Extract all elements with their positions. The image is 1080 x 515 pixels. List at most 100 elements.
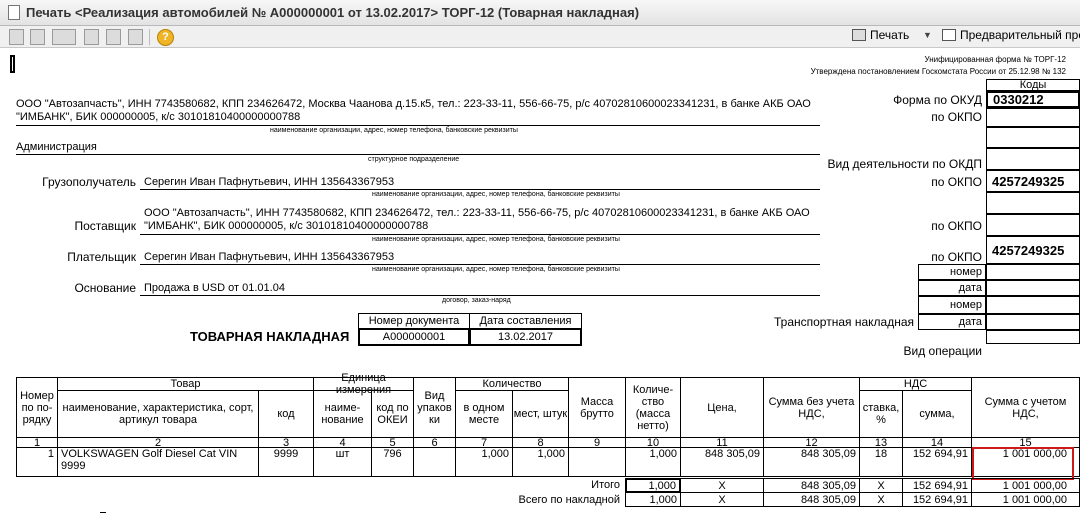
row-vat-rate: 18 <box>859 447 903 477</box>
payer-value: Серегин Иван Пафнутьевич, ИНН 1356433679… <box>144 251 395 263</box>
row-num: 1 <box>16 447 58 477</box>
grand-label: Всего по накладной <box>518 494 620 506</box>
copy-icon[interactable] <box>84 29 99 45</box>
date-value: 13.02.2017 <box>469 328 582 346</box>
transport-date-label: дата <box>918 314 986 330</box>
th-qty-places: мест, штук <box>512 390 569 438</box>
okdp-label: Вид деятельности по ОКДП <box>827 157 982 171</box>
row-unit: шт <box>313 447 372 477</box>
th-unit-name: наиме- нование <box>313 390 372 438</box>
division-underline <box>16 154 820 155</box>
okpo-blank-1 <box>986 127 1080 148</box>
payer-label: Плательщик <box>67 250 136 264</box>
okpo-label-payer: по ОКПО <box>931 250 982 264</box>
preview-button[interactable]: Предварительный прос <box>942 28 1080 42</box>
print-dropdown-icon[interactable]: ▼ <box>923 30 932 40</box>
docnum-value: А000000001 <box>358 328 470 346</box>
payer-caption: наименование организации, адрес, номер т… <box>372 266 620 273</box>
row-qty-one: 1,000 <box>455 447 513 477</box>
th-goods-name: наименование, характеристика, сорт, арти… <box>57 390 259 438</box>
unified-form-label: Унифицированная форма № ТОРГ-12 <box>924 55 1067 64</box>
th-price: Цена, <box>680 377 764 438</box>
date-header: Дата составления <box>469 313 582 329</box>
th-vat-rate: ставка, % <box>859 390 903 438</box>
th-net: Количе- ство (масса нетто) <box>625 377 681 438</box>
th-gross: Масса брутто <box>568 377 626 438</box>
basis-number-label: номер <box>918 264 986 280</box>
okpo-blank-2 <box>986 214 1080 236</box>
grand-net: 1,000 <box>625 492 681 507</box>
help-icon[interactable]: ? <box>157 29 174 46</box>
okpo-label-supplier-2: по ОКПО <box>931 219 982 233</box>
okpo-label-consignee: по ОКПО <box>931 175 982 189</box>
printer-icon <box>852 29 866 41</box>
consignee-underline <box>140 189 820 190</box>
grand-price: X <box>680 492 764 507</box>
th-unit: Единица измерения <box>313 372 414 396</box>
grand-total: 1 001 000,00 <box>971 492 1080 507</box>
edit-icon[interactable] <box>128 29 143 45</box>
operation-label: Вид операции <box>903 344 982 358</box>
division-caption: структурное подразделение <box>368 156 460 163</box>
itogo-total: 1 001 000,00 <box>971 478 1080 493</box>
th-qty: Количество <box>455 377 569 391</box>
itogo-vat-rate: X <box>859 478 903 493</box>
row-okei: 796 <box>371 447 414 477</box>
grand-vat-rate: X <box>859 492 903 507</box>
transport-date-code <box>986 314 1080 330</box>
th-unit-okei: код по ОКЕИ <box>371 390 414 438</box>
supplier-caption: наименование организации, адрес, номер т… <box>372 236 620 243</box>
save-icon[interactable] <box>9 29 24 45</box>
document-area: Унифицированная форма № ТОРГ-12 Утвержде… <box>0 49 1080 515</box>
invoice-title: ТОВАРНАЯ НАКЛАДНАЯ <box>190 329 350 344</box>
itogo-price: X <box>680 478 764 493</box>
docnum-header: Номер документа <box>358 313 470 329</box>
itogo-vat-sum: 152 694,91 <box>902 478 972 493</box>
itogo-sum-novat: 848 305,09 <box>763 478 860 493</box>
document-icon <box>8 5 20 20</box>
consignee-value: Серегин Иван Пафнутьевич, ИНН 1356433679… <box>144 176 395 188</box>
basis-date-code <box>986 280 1080 296</box>
row-code: 9999 <box>258 447 314 477</box>
approved-label: Утверждена постановлением Госкомстата Ро… <box>810 67 1066 76</box>
text-cursor <box>10 55 15 73</box>
th-pack: Вид упаков ки <box>413 377 456 438</box>
basis-date-label: дата <box>918 280 986 296</box>
consignee-label: Грузополучатель <box>42 175 136 189</box>
okpo-label-supplier: по ОКПО <box>931 110 982 124</box>
org-underline <box>16 125 820 126</box>
preview-button-label: Предварительный прос <box>960 28 1080 42</box>
export-icon[interactable] <box>52 29 76 45</box>
basis-value: Продажа в USD от 01.01.04 <box>144 282 285 294</box>
print-button-label: Печать <box>870 28 910 42</box>
toolbar: ? Печать ▼ Предварительный прос <box>0 26 1080 48</box>
okpo-payer-code: 4257249325 <box>986 236 1080 264</box>
supplier-underline <box>140 234 820 235</box>
itogo-label: Итого <box>591 479 620 491</box>
codes-header: Коды <box>986 79 1080 91</box>
refresh-icon[interactable] <box>106 29 121 45</box>
basis-underline <box>140 295 820 296</box>
print-button[interactable]: Печать <box>852 28 909 42</box>
okud-label: Форма по ОКУД <box>893 93 982 107</box>
table-icon[interactable] <box>30 29 45 45</box>
transport-number-code <box>986 296 1080 314</box>
row-price: 848 305,09 <box>680 447 764 477</box>
th-sum-novat: Сумма без учета НДС, <box>763 377 860 438</box>
basis-number-code <box>986 264 1080 280</box>
okud-code: 0330212 <box>986 91 1080 108</box>
row-pack <box>413 447 456 477</box>
th-total: Сумма с учетом НДС, <box>971 377 1080 438</box>
row-sum-novat: 848 305,09 <box>763 447 860 477</box>
highlight-box <box>972 447 1074 480</box>
window-titlebar: Печать <Реализация автомобилей № А000000… <box>0 0 1080 26</box>
preview-icon <box>942 29 956 41</box>
th-goods: Товар <box>57 377 314 391</box>
supplier-line2: "ИМБАНК", БИК 000000005, к/с 30101810400… <box>144 220 429 232</box>
row-net: 1,000 <box>625 447 681 477</box>
okpo-supplier-code-2 <box>986 192 1080 214</box>
basis-label: Основание <box>74 281 136 295</box>
okpo-consignee-code: 4257249325 <box>986 170 1080 192</box>
okpo-supplier-code <box>986 108 1080 127</box>
transport-label: Транспортная накладная <box>773 315 914 329</box>
